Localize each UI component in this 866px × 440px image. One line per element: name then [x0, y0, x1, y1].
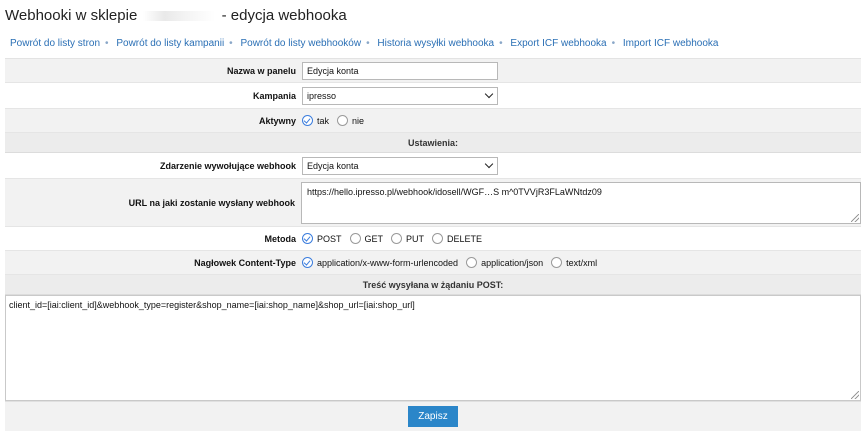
- content-type-xml-label: text/xml: [566, 257, 598, 268]
- nav-separator: •: [105, 38, 109, 49]
- method-delete-radio[interactable]: DELETE: [432, 233, 482, 244]
- row-method: Metoda POST GET PUT DELETE: [5, 227, 861, 251]
- url-value-cell: https://hello.ipresso.pl/webhook/idosell…: [299, 181, 861, 224]
- radio-empty-icon: [391, 233, 403, 244]
- row-url: URL na jaki zostanie wysłany webhook htt…: [5, 179, 861, 227]
- event-value-cell: Edycja konta: [300, 156, 861, 175]
- row-active: Aktywny tak nie: [5, 109, 861, 133]
- name-input[interactable]: Edycja konta: [302, 61, 498, 80]
- body-header: Treść wysyłana w żądaniu POST:: [5, 275, 861, 295]
- campaign-label: Kampania: [252, 90, 296, 101]
- active-yes-radio[interactable]: tak: [302, 115, 329, 126]
- method-put-label: PUT: [406, 233, 425, 244]
- campaign-selected: ipresso: [307, 90, 337, 101]
- radio-checked-icon: [302, 257, 313, 268]
- url-text: https://hello.ipresso.pl/webhook/idosell…: [307, 186, 602, 197]
- active-value-cell: tak nie: [300, 115, 861, 126]
- breadcrumb-nav: Powrót do listy stron • Powrót do listy k…: [10, 38, 718, 49]
- form-footer: Zapisz: [5, 401, 861, 431]
- nav-link-import-icf[interactable]: Import ICF webhooka: [623, 38, 719, 49]
- nav-separator: •: [229, 38, 233, 49]
- method-put-radio[interactable]: PUT: [391, 233, 424, 244]
- nav-separator: •: [366, 38, 370, 49]
- nav-link-webhooks[interactable]: Powrót do listy webhooków: [240, 38, 361, 49]
- resize-grip-icon[interactable]: [851, 391, 859, 399]
- nav-link-export-icf[interactable]: Export ICF webhooka: [510, 38, 606, 49]
- url-textarea[interactable]: https://hello.ipresso.pl/webhook/idosell…: [301, 181, 861, 224]
- body-text: client_id=[iai:client_id]&webhook_type=r…: [9, 300, 415, 310]
- name-value-cell: Edycja konta: [300, 61, 861, 80]
- row-event: Zdarzenie wywołujące webhook Edycja kont…: [5, 153, 861, 179]
- event-select[interactable]: Edycja konta: [302, 156, 498, 175]
- radio-empty-icon: [432, 233, 444, 244]
- campaign-select[interactable]: ipresso: [302, 86, 498, 105]
- content-type-json-label: application/json: [481, 257, 544, 268]
- event-selected: Edycja konta: [307, 160, 359, 171]
- row-content-type: Nagłowek Content-Type application/x-www-…: [5, 251, 861, 275]
- method-delete-label: DELETE: [447, 233, 483, 244]
- content-type-urlencoded-label: application/x-www-form-urlencoded: [317, 257, 459, 268]
- method-get-label: GET: [364, 233, 384, 244]
- active-yes-label: tak: [317, 115, 330, 126]
- method-label: Metoda: [264, 233, 297, 244]
- method-get-radio[interactable]: GET: [349, 233, 384, 244]
- content-type-label: Nagłowek Content-Type: [194, 257, 296, 268]
- content-type-json-radio[interactable]: application/json: [466, 257, 543, 268]
- row-campaign: Kampania ipresso: [5, 83, 861, 109]
- webhook-form: Nazwa w panelu Edycja konta Kampania ipr…: [5, 58, 861, 431]
- method-value-cell: POST GET PUT DELETE: [300, 233, 861, 244]
- page-title-suffix: - edycja webhooka: [221, 7, 347, 24]
- redacted-shop-name: [143, 11, 216, 22]
- radio-empty-icon: [466, 257, 478, 268]
- row-name: Nazwa w panelu Edycja konta: [5, 59, 861, 83]
- name-label: Nazwa w panelu: [226, 65, 296, 76]
- method-post-radio[interactable]: POST: [302, 233, 342, 244]
- nav-link-pages[interactable]: Powrót do listy stron: [10, 38, 100, 49]
- active-no-label: nie: [352, 115, 365, 126]
- radio-empty-icon: [551, 257, 563, 268]
- nav-separator: •: [499, 38, 503, 49]
- url-label: URL na jaki zostanie wysłany webhook: [128, 197, 295, 208]
- nav-separator: •: [611, 38, 616, 49]
- event-label: Zdarzenie wywołujące webhook: [159, 160, 296, 171]
- nav-link-history[interactable]: Historia wysyłki webhooka: [377, 38, 494, 49]
- method-post-label: POST: [317, 233, 342, 244]
- content-type-value-cell: application/x-www-form-urlencoded applic…: [300, 257, 861, 268]
- chevron-down-icon: [484, 159, 494, 168]
- save-button[interactable]: Zapisz: [408, 406, 458, 427]
- active-no-radio[interactable]: nie: [337, 115, 364, 126]
- radio-empty-icon: [337, 115, 349, 126]
- page-title: Webhooki w sklepie - edycja webhooka: [5, 7, 347, 24]
- radio-checked-icon: [302, 233, 313, 244]
- radio-checked-icon: [302, 115, 313, 126]
- chevron-down-icon: [484, 89, 494, 98]
- page-title-prefix: Webhooki w sklepie: [5, 7, 138, 24]
- body-textarea[interactable]: client_id=[iai:client_id]&webhook_type=r…: [5, 295, 861, 401]
- nav-link-campaigns[interactable]: Powrót do listy kampanii: [116, 38, 224, 49]
- settings-header: Ustawienia:: [5, 133, 861, 153]
- active-label: Aktywny: [258, 115, 296, 126]
- resize-grip-icon[interactable]: [851, 213, 859, 222]
- campaign-value-cell: ipresso: [300, 86, 861, 105]
- content-type-xml-radio[interactable]: text/xml: [551, 257, 597, 268]
- radio-empty-icon: [349, 233, 361, 244]
- content-type-urlencoded-radio[interactable]: application/x-www-form-urlencoded: [302, 257, 458, 268]
